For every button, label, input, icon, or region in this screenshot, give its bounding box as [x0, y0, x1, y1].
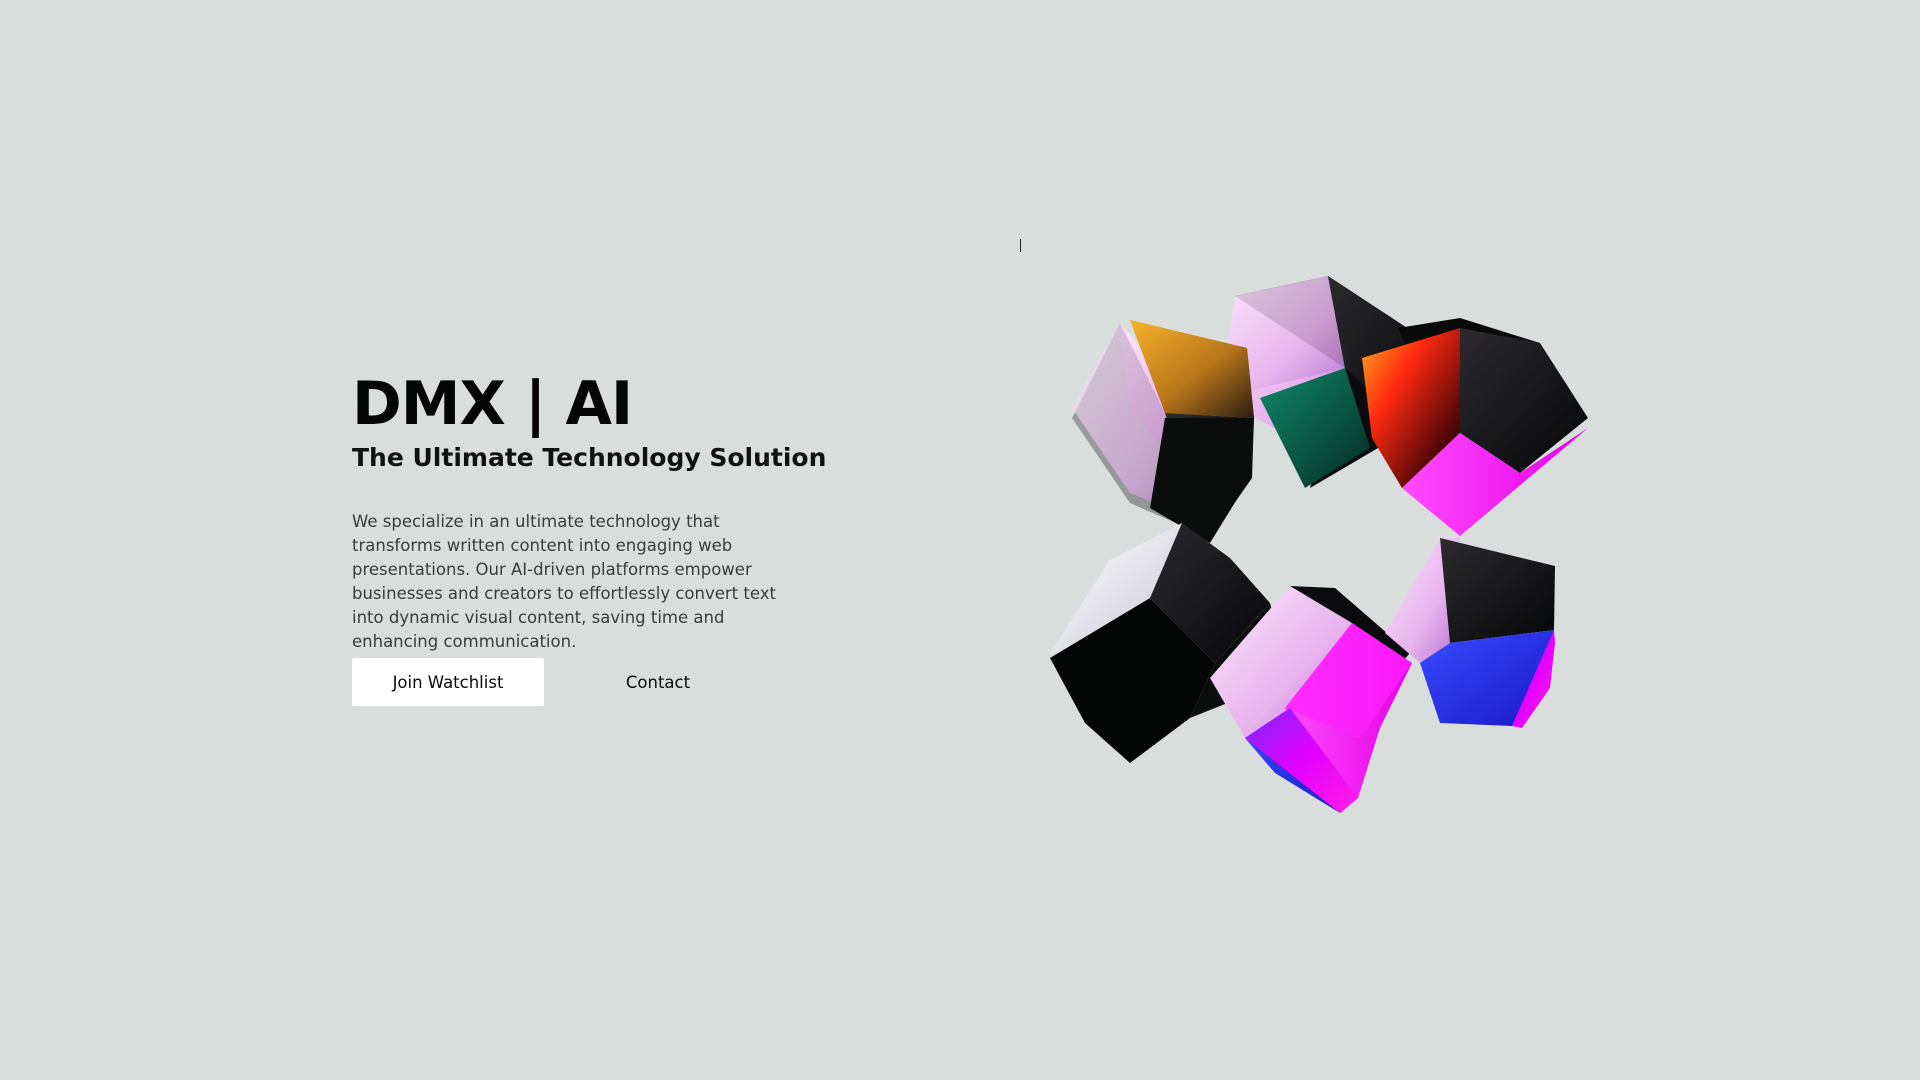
cube-top-left	[1072, 320, 1254, 543]
cube-bottom-right	[1385, 538, 1555, 728]
hero-actions: Join Watchlist Contact	[352, 658, 754, 706]
hero-section: DMX | AI The Ultimate Technology Solutio…	[352, 368, 827, 654]
landing-page: DMX | AI The Ultimate Technology Solutio…	[0, 0, 1920, 1080]
text-cursor	[1020, 239, 1021, 252]
contact-button[interactable]: Contact	[562, 658, 754, 706]
hero-subtitle: The Ultimate Technology Solution	[352, 443, 827, 472]
cubes-illustration	[1050, 276, 1588, 813]
join-watchlist-button[interactable]: Join Watchlist	[352, 658, 544, 706]
brand-title: DMX | AI	[352, 369, 633, 439]
hero-description: We specialize in an ultimate technology …	[352, 512, 776, 651]
cube-top-right	[1362, 318, 1588, 536]
